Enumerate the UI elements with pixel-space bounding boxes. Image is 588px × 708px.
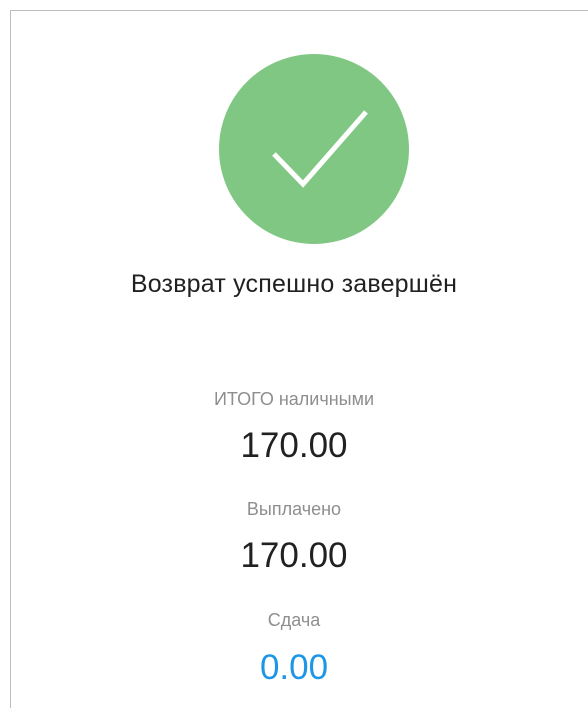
- paid-out-value: 170.00: [240, 536, 348, 575]
- change-value: 0.00: [259, 648, 329, 687]
- paid-out-label: Выплачено: [246, 499, 342, 519]
- refund-result-panel: [10, 10, 588, 708]
- success-indicator: [219, 54, 409, 244]
- total-cash-value: 170.00: [240, 426, 348, 465]
- change-label: Сдача: [267, 610, 321, 630]
- status-title: Возврат успешно завершён: [130, 270, 458, 298]
- checkmark-icon: [272, 110, 368, 188]
- total-cash-label: ИТОГО наличными: [213, 389, 375, 409]
